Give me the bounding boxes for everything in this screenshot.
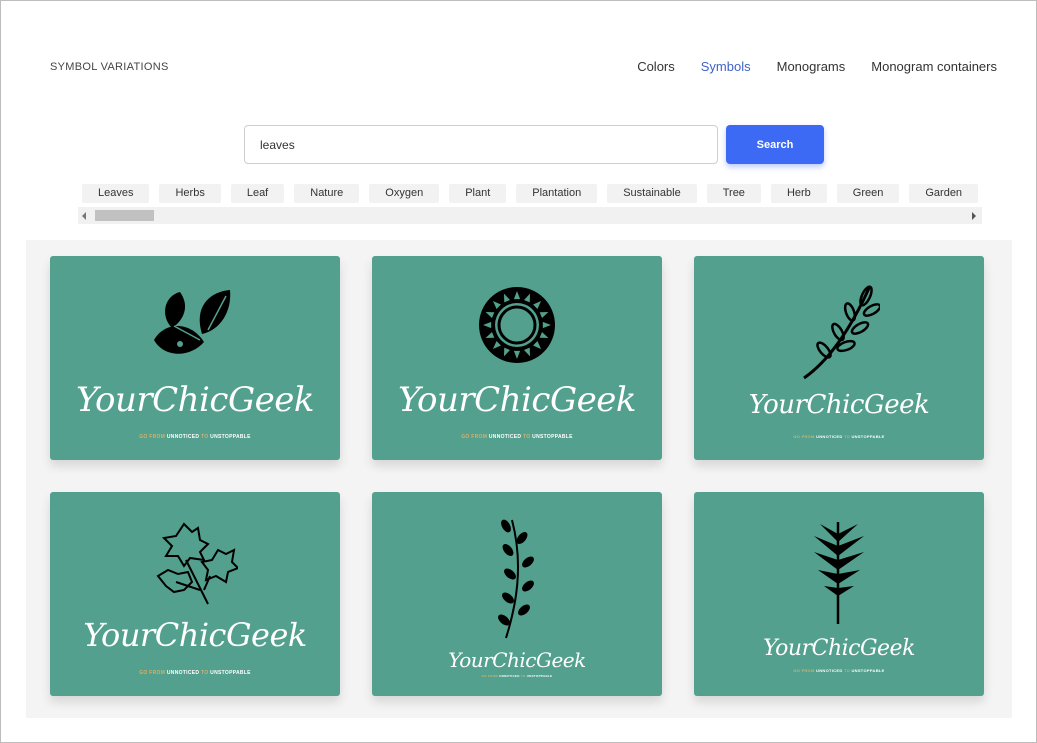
brand-tagline: GO FROM UNNOTICED TO UNSTOPPABLE	[139, 434, 251, 440]
brand-tagline: GO FROM UNNOTICED TO UNSTOPPABLE	[793, 668, 885, 673]
tag-plant[interactable]: Plant	[449, 184, 507, 203]
scroll-left-icon[interactable]	[82, 212, 86, 220]
brand-name: YourChicGeek	[448, 648, 586, 672]
symbol-card[interactable]: YourChicGeek GO FROM UNNOTICED TO UNSTOP…	[694, 256, 984, 460]
olive-branch-icon	[803, 285, 880, 380]
variation-tabs: Colors Symbols Monograms Monogram contai…	[637, 59, 997, 74]
brand-tagline: GO FROM UNNOTICED TO UNSTOPPABLE	[139, 670, 251, 676]
tag-herbs[interactable]: Herbs	[159, 184, 221, 203]
tag-garden[interactable]: Garden	[909, 184, 979, 203]
tag-leaves[interactable]: Leaves	[82, 184, 150, 203]
fern-sprig-icon	[498, 519, 534, 639]
brand-name: YourChicGeek	[398, 380, 636, 420]
tag-scrollbar[interactable]	[78, 207, 982, 224]
symbol-card[interactable]: YourChicGeek GO FROM UNNOTICED TO UNSTOP…	[50, 256, 340, 460]
tag-green[interactable]: Green	[836, 184, 900, 203]
search-button[interactable]: Search	[726, 125, 824, 164]
brand-tagline: GO FROM UNNOTICED TO UNSTOPPABLE	[481, 674, 553, 678]
search-input[interactable]	[244, 125, 718, 164]
tab-colors[interactable]: Colors	[637, 59, 675, 74]
ivy-leaves-icon	[156, 522, 238, 605]
tag-list: Leaves Herbs Leaf Nature Oxygen Plant Pl…	[82, 184, 982, 203]
brand-tagline: GO FROM UNNOTICED TO UNSTOPPABLE	[461, 434, 573, 440]
tag-nature[interactable]: Nature	[294, 184, 360, 203]
brand-name: YourChicGeek	[748, 390, 930, 420]
tag-sustainable[interactable]: Sustainable	[607, 184, 697, 203]
tab-monograms[interactable]: Monograms	[777, 59, 846, 74]
tag-tree[interactable]: Tree	[706, 184, 761, 203]
section-title: SYMBOL VARIATIONS	[50, 61, 169, 73]
brand-name: YourChicGeek	[83, 616, 307, 654]
palm-frond-icon	[814, 522, 864, 624]
symbol-card[interactable]: YourChicGeek GO FROM UNNOTICED TO UNSTOP…	[372, 256, 662, 460]
tag-herb[interactable]: Herb	[770, 184, 827, 203]
brand-name: YourChicGeek	[76, 380, 314, 420]
mandala-wreath-icon	[479, 287, 555, 363]
scrollbar-thumb[interactable]	[95, 210, 154, 221]
tag-leaf[interactable]: Leaf	[230, 184, 285, 203]
symbol-card[interactable]: YourChicGeek GO FROM UNNOTICED TO UNSTOP…	[372, 492, 662, 696]
three-leaves-icon	[154, 290, 231, 354]
brand-tagline: GO FROM UNNOTICED TO UNSTOPPABLE	[793, 434, 885, 439]
tab-monogram-containers[interactable]: Monogram containers	[871, 59, 997, 74]
scroll-right-icon[interactable]	[972, 212, 976, 220]
tab-symbols[interactable]: Symbols	[701, 59, 751, 74]
symbol-card[interactable]: YourChicGeek GO FROM UNNOTICED TO UNSTOP…	[694, 492, 984, 696]
tag-plantation[interactable]: Plantation	[516, 184, 598, 203]
symbol-card[interactable]: YourChicGeek GO FROM UNNOTICED TO UNSTOP…	[50, 492, 340, 696]
symbol-gallery: YourChicGeek GO FROM UNNOTICED TO UNSTOP…	[26, 240, 1012, 718]
brand-name: YourChicGeek	[763, 636, 915, 661]
tag-oxygen[interactable]: Oxygen	[369, 184, 440, 203]
